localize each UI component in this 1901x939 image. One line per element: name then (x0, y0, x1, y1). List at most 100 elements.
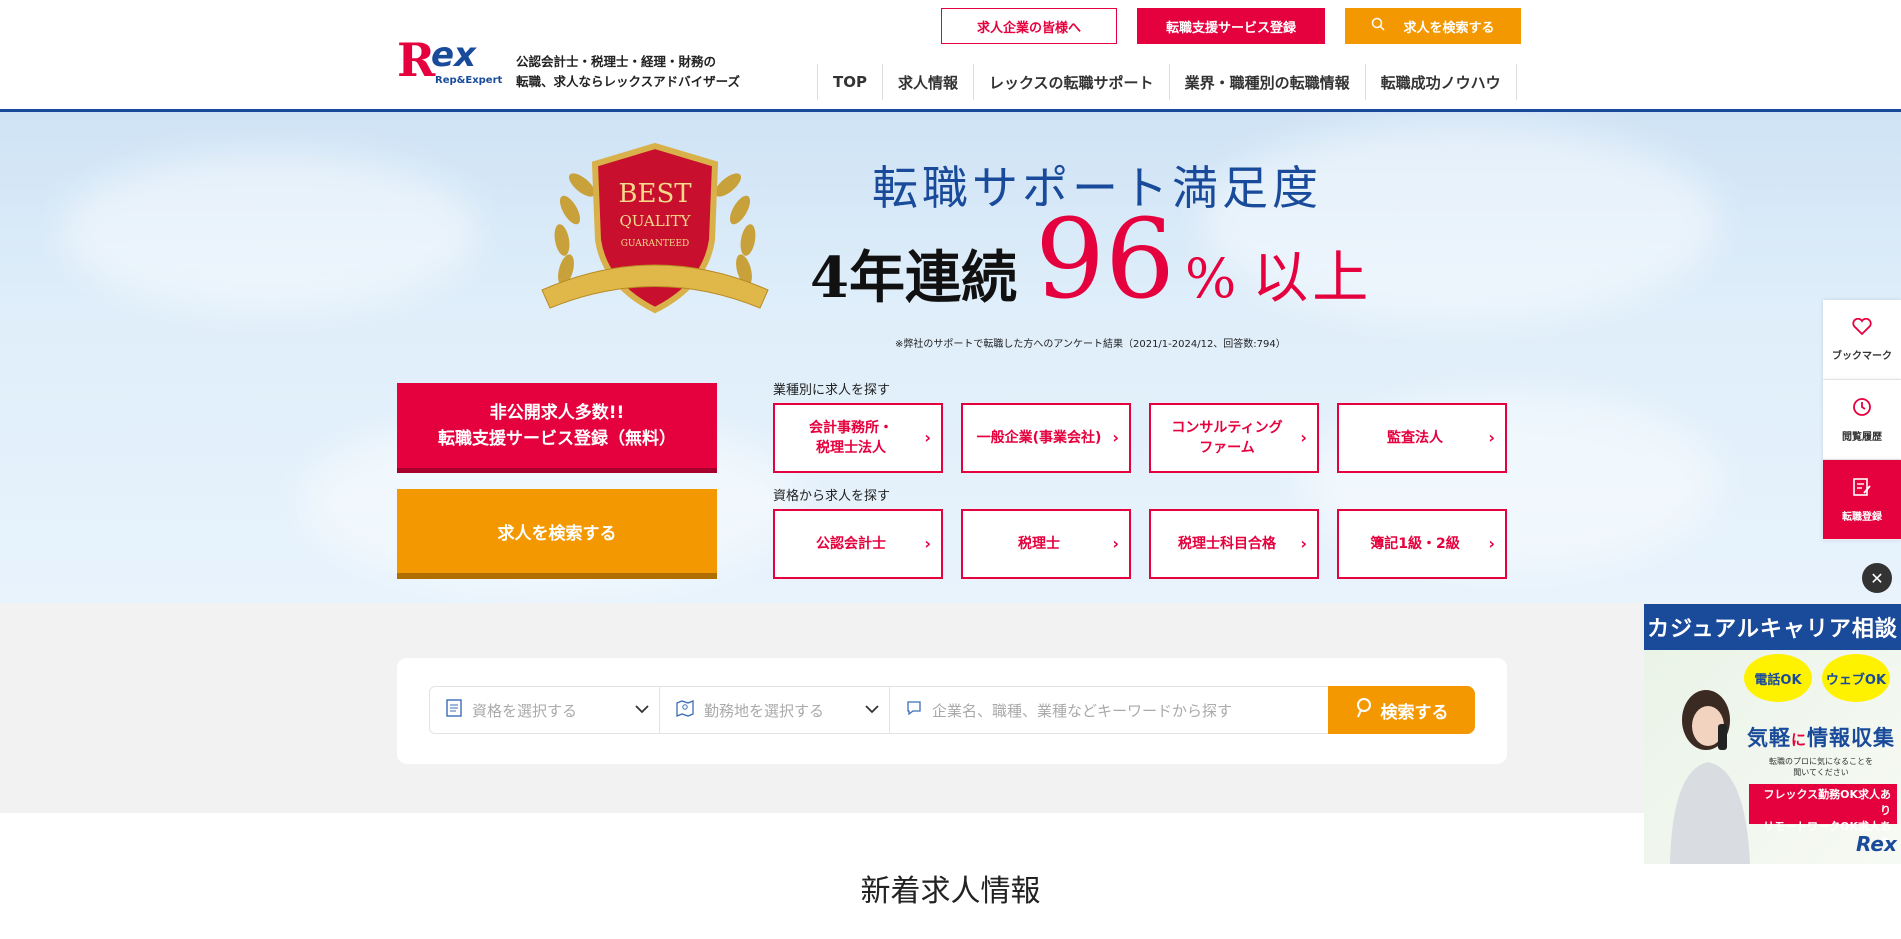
nav-jobs[interactable]: 求人情報 (881, 64, 973, 100)
banner-logo: Rex (1856, 832, 1897, 856)
consultant-photo (1670, 690, 1750, 864)
badge-guaranteed: GUARANTEED (621, 239, 690, 249)
headline-part-b: 情報収集 (1807, 726, 1896, 750)
qualification-select[interactable]: 資格を選択する (429, 686, 660, 734)
nav-top[interactable]: TOP (817, 64, 882, 100)
qualification-select-placeholder: 資格を選択する (472, 701, 578, 720)
clock-icon (1852, 397, 1872, 422)
cloud-decoration (60, 152, 480, 312)
hero-footnote: ※弊社のサポートで転職した方へのアンケート結果（2021/1-2024/12、回… (895, 339, 1286, 350)
search-pin-icon (1355, 697, 1373, 724)
new-jobs-heading: 新着求人情報 (860, 874, 1041, 909)
badge-quality: QUALITY (619, 212, 691, 230)
register-cta-line1: 非公開求人多数!! (489, 402, 625, 423)
rex-logo[interactable]: R ex Rep&Expert (397, 36, 505, 90)
location-select-placeholder: 勤務地を選択する (704, 701, 825, 720)
headline-part-a: 気軽 (1747, 726, 1791, 750)
small-line1: 転職のプロに気になることを (1769, 757, 1873, 766)
bookmark-label: ブックマーク (1832, 351, 1892, 362)
main-nav: TOP 求人情報 レックスの転職サポート 業界・職種別の転職情報 転職成功ノウハ… (817, 64, 1517, 100)
casual-career-banner[interactable]: カジュアルキャリア相談 電話OK ウェブOK 気軽に情報収集 転職のプロに気にな… (1644, 604, 1901, 864)
nav-support[interactable]: レックスの転職サポート (973, 64, 1169, 100)
chevron-right-icon: › (1488, 428, 1495, 447)
location-select[interactable]: 勤務地を選択する (659, 686, 890, 734)
close-banner-button[interactable]: ✕ (1862, 563, 1892, 593)
chevron-right-icon: › (924, 534, 931, 553)
industry-tile-consulting[interactable]: コンサルティング ファーム › (1149, 403, 1319, 473)
search-jobs-label: 求人を検索する (1403, 20, 1495, 36)
chevron-right-icon: › (1112, 428, 1119, 447)
web-ok-bubble: ウェブOK (1822, 654, 1890, 702)
header-top-buttons: 求人企業の皆様へ 転職支援サービス登録 求人を検索する (941, 8, 1521, 44)
hero-suffix: 以上 (1252, 246, 1373, 311)
hero-percent-sign: % (1184, 247, 1237, 310)
search-cta-button[interactable]: 求人を検索する (397, 489, 717, 579)
chevron-right-icon: › (1112, 534, 1119, 553)
register-button[interactable]: 転職支援サービス登録 (1137, 8, 1325, 44)
chevron-down-icon (635, 702, 649, 718)
qualification-tile-tax-subject[interactable]: 税理士科目合格 › (1149, 509, 1319, 579)
nav-knowhow[interactable]: 転職成功ノウハウ (1364, 64, 1517, 100)
banner-headline: 気軽に情報収集 (1747, 722, 1895, 752)
search-card: 資格を選択する 勤務地を選択する 企業名、職種、業種などキーワードから探す 検索… (397, 658, 1507, 764)
history-button[interactable]: 閲覧履歴 (1823, 380, 1901, 460)
bookmark-button[interactable]: ブックマーク (1823, 300, 1901, 380)
register-cta-line2: 転職支援サービス登録（無料） (438, 428, 676, 449)
logo-sub: Rep&Expert (435, 75, 503, 86)
chevron-right-icon: › (1488, 534, 1495, 553)
industry-tile-accounting-firm[interactable]: 会計事務所・ 税理士法人 › (773, 403, 943, 473)
small-line2: 聞いてください (1793, 768, 1849, 777)
hero-satisfaction: 4年連続 96 % 以上 (810, 204, 1372, 314)
search-jobs-button[interactable]: 求人を検索する (1345, 8, 1521, 44)
register-side-label: 転職登録 (1842, 511, 1882, 523)
tile-line2: 税理士法人 (816, 440, 886, 456)
tile-label: 公認会計士 (816, 536, 886, 552)
tile-line1: 一般企業(事業会社) (976, 430, 1102, 446)
tagline-line2: 転職、求人ならレックスアドバイザーズ (516, 74, 741, 89)
hero-section: BEST QUALITY GUARANTEED 転職サポート満足度 4年連続 9… (0, 112, 1901, 603)
tile-line1: 監査法人 (1387, 430, 1443, 446)
nav-industry-info[interactable]: 業界・職種別の転職情報 (1168, 64, 1365, 100)
qualification-tile-bookkeeping[interactable]: 簿記1級・2級 › (1337, 509, 1507, 579)
employers-button[interactable]: 求人企業の皆様へ (941, 8, 1117, 44)
site-tagline: 公認会計士・税理士・経理・財務の 転職、求人ならレックスアドバイザーズ (516, 52, 740, 92)
svg-text:ex: ex (431, 36, 477, 75)
banner-features: フレックス勤務OK求人あり リモートワークOK求人あり (1749, 784, 1897, 849)
feature-line1: フレックス勤務OK求人あり (1763, 788, 1891, 817)
search-submit-button[interactable]: 検索する (1328, 686, 1475, 734)
tagline-line1: 公認会計士・税理士・経理・財務の (516, 54, 717, 69)
headline-ni: に (1791, 731, 1808, 749)
chevron-right-icon: › (1300, 534, 1307, 553)
close-icon: ✕ (1870, 568, 1884, 588)
history-label: 閲覧履歴 (1842, 431, 1882, 443)
tile-label: 税理士 (1018, 536, 1060, 552)
industry-tile-company[interactable]: 一般企業(事業会社) › (961, 403, 1131, 473)
register-side-button[interactable]: 転職登録 (1823, 460, 1901, 540)
search-submit-label: 検索する (1380, 702, 1449, 723)
qualification-label: 資格から求人を探す (773, 489, 891, 504)
qualification-tile-cpa[interactable]: 公認会計士 › (773, 509, 943, 579)
qualification-tile-tax-accountant[interactable]: 税理士 › (961, 509, 1131, 579)
chevron-right-icon: › (924, 428, 931, 447)
tile-line2: ファーム (1199, 440, 1255, 456)
site-header: R ex Rep&Expert 公認会計士・税理士・経理・財務の 転職、求人なら… (0, 0, 1901, 112)
industry-tile-audit[interactable]: 監査法人 › (1337, 403, 1507, 473)
search-icon (1371, 17, 1386, 35)
chevron-right-icon: › (1300, 428, 1307, 447)
tile-label: 簿記1級・2級 (1370, 536, 1460, 552)
right-sidebar: ブックマーク 閲覧履歴 転職登録 (1823, 300, 1901, 540)
document-icon (446, 699, 462, 721)
chevron-down-icon (865, 702, 879, 718)
register-cta-button[interactable]: 非公開求人多数!! 転職支援サービス登録（無料） (397, 383, 717, 473)
phone-ok-bubble: 電話OK (1744, 654, 1812, 702)
keyword-input-placeholder: 企業名、職種、業種などキーワードから探す (932, 701, 1233, 720)
chat-icon (906, 700, 922, 720)
tile-label: 税理士科目合格 (1178, 536, 1276, 552)
keyword-input[interactable]: 企業名、職種、業種などキーワードから探す (889, 686, 1329, 734)
hero-percent-number: 96 (1034, 195, 1175, 323)
tile-line1: 会計事務所・ (809, 420, 893, 436)
map-icon (676, 699, 694, 721)
best-quality-badge: BEST QUALITY GUARANTEED (541, 142, 769, 314)
banner-small-text: 転職のプロに気になることを 聞いてください (1762, 756, 1880, 778)
industry-label: 業種別に求人を探す (773, 383, 891, 398)
